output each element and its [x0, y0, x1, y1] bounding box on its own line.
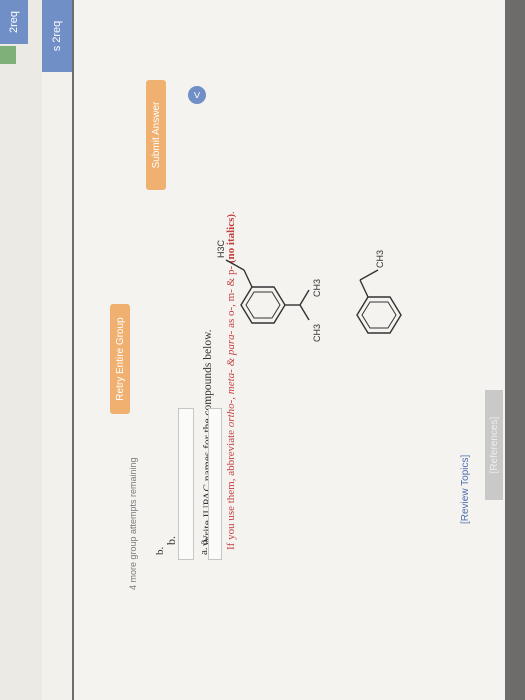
bond-b5 — [299, 289, 310, 306]
benzene-inner-a — [361, 301, 397, 329]
bond-a2 — [359, 269, 379, 281]
benzene-inner-b — [245, 291, 281, 319]
bond-a1 — [359, 279, 369, 298]
retry-group-button[interactable]: Retry Entire Group — [110, 304, 130, 414]
compound-a-ch3: CH3 — [375, 250, 385, 268]
compound-b-ch3-bottom: CH3 — [312, 279, 322, 297]
compound-b-ch3-top: CH3 — [312, 324, 322, 342]
bond-b1 — [243, 269, 253, 288]
compound-b-h3c: H3C — [216, 239, 226, 258]
compound-b-structure — [225, 259, 310, 324]
answer-b-label: b. — [154, 546, 166, 555]
compound-a-structure — [356, 269, 402, 334]
monitor-frame — [505, 0, 525, 700]
answer-b-input[interactable] — [178, 408, 194, 560]
scene: 2req s 2req < [Review Topics] [Reference… — [0, 0, 525, 700]
attempts-remaining: 4 more group attempts remaining — [128, 457, 138, 590]
submit-answer-button[interactable]: Submit Answer — [146, 80, 166, 190]
bond-b2 — [225, 259, 245, 271]
bond-b4 — [299, 304, 310, 321]
answer-a-input[interactable] — [208, 408, 222, 560]
molecule-drawings: CH3 H3C CH3 CH3 — [216, 239, 402, 342]
